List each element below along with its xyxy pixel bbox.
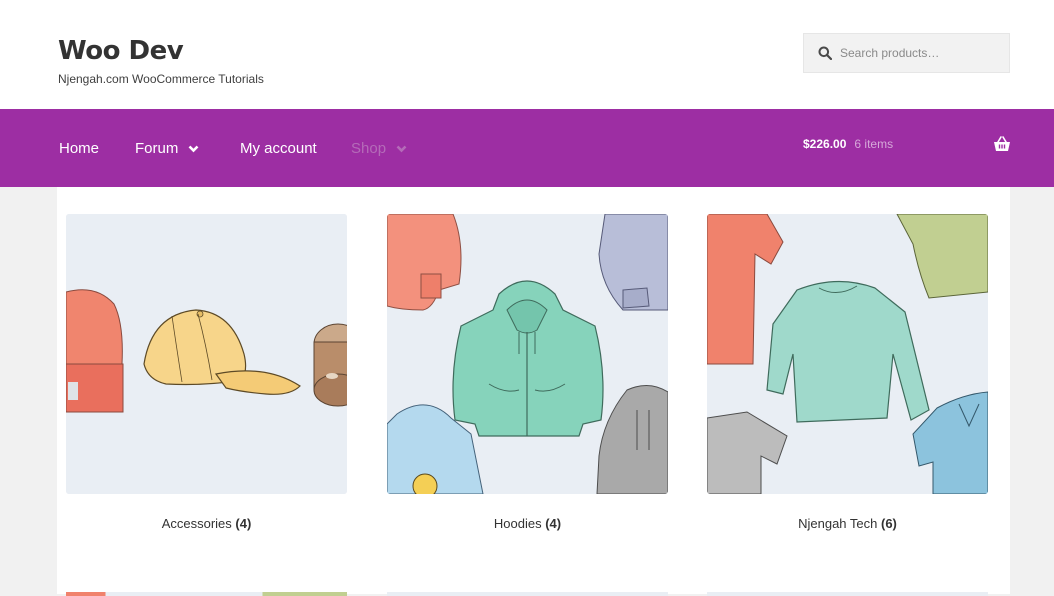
hoodies-illustration (387, 214, 668, 494)
site-title[interactable]: Woo Dev (58, 36, 184, 66)
category-title[interactable]: Hoodies (4) (387, 516, 668, 531)
basket-icon[interactable] (993, 136, 1011, 152)
category-thumbnail-partial (387, 592, 668, 596)
nav-item-shop[interactable]: Shop (351, 140, 407, 157)
category-count: (4) (545, 516, 562, 531)
nav-item-label: My account (240, 140, 317, 157)
primary-navigation: Home Forum My account Shop $226.00 6 ite… (0, 109, 1054, 187)
site-tagline: Njengah.com WooCommerce Tutorials (58, 72, 264, 86)
chevron-down-icon (188, 145, 199, 152)
category-title[interactable]: Accessories (4) (66, 516, 347, 531)
nav-item-label: Forum (135, 140, 179, 157)
chevron-down-icon (396, 145, 407, 152)
nav-item-forum[interactable]: Forum (135, 140, 199, 157)
category-accessories[interactable]: Accessories (4) (66, 214, 347, 531)
cart-total: $226.00 (803, 137, 847, 151)
nav-item-home[interactable]: Home (59, 140, 99, 157)
category-title[interactable]: Njengah Tech (6) (707, 516, 988, 531)
category-name: Hoodies (493, 516, 542, 531)
category-thumbnail[interactable] (387, 214, 668, 494)
accessories-illustration (66, 214, 347, 494)
category-thumbnail[interactable] (707, 214, 988, 494)
category-count: (6) (881, 516, 897, 531)
category-name: Accessories (161, 516, 232, 531)
product-categories: Accessories (4) Hoodies (4) Njengah Tech… (57, 187, 1010, 596)
nav-item-label: Home (59, 140, 100, 157)
site-header: Woo Dev Njengah.com WooCommerce Tutorial… (0, 0, 1054, 109)
search-icon (818, 46, 832, 60)
nav-item-my-account[interactable]: My account (240, 140, 317, 157)
cart-item-count: 6 items (854, 137, 894, 151)
search-input[interactable] (840, 46, 1000, 60)
category-hoodies[interactable]: Hoodies (4) (387, 214, 668, 531)
cart-summary[interactable]: $226.00 6 items (803, 137, 893, 151)
category-njengah-tech[interactable]: Njengah Tech (6) (707, 214, 988, 531)
nav-item-label: Shop (351, 140, 387, 157)
category-thumbnail-partial (66, 592, 347, 596)
search-box[interactable] (803, 33, 1010, 73)
category-count: (4) (235, 516, 252, 531)
njengah-tech-illustration (707, 214, 988, 494)
category-thumbnail-partial (707, 592, 988, 596)
category-thumbnail[interactable] (66, 214, 347, 494)
category-name: Njengah Tech (798, 516, 878, 531)
